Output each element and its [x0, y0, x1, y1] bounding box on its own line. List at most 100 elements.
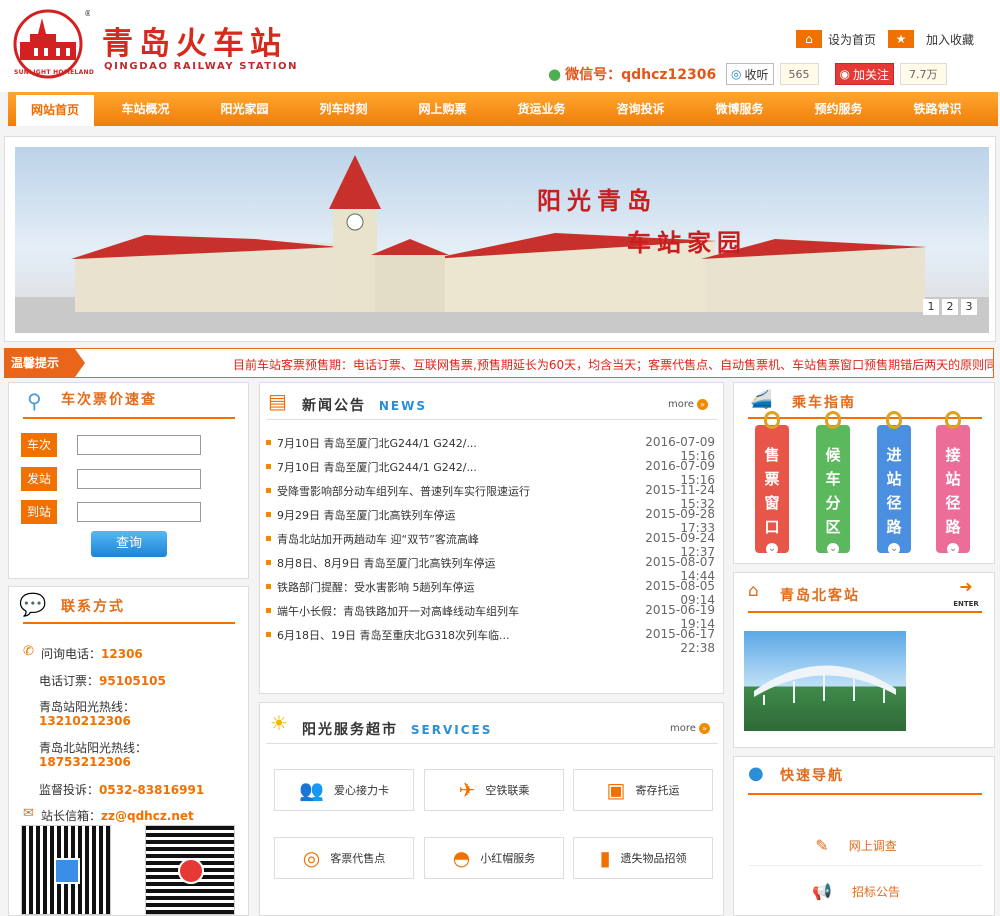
logo-english-text: SUNLIGHT HOMELAND [14, 69, 95, 76]
ticket-query-title: 车次票价速查 [61, 392, 157, 408]
nav-item-overview[interactable]: 车站概况 [96, 92, 195, 126]
train-label: 车次 [21, 433, 57, 457]
guide-title: 乘车指南 [792, 395, 856, 411]
follow-label: 加关注 [852, 67, 889, 82]
guide-ticket-window[interactable]: 售票窗口 ⌄ [755, 411, 789, 555]
from-label: 发站 [21, 467, 57, 491]
more-arrow-icon: » [698, 723, 710, 734]
bullet [266, 440, 271, 445]
enter-link[interactable]: ➜ ENTER [948, 579, 984, 609]
nav-item-online-ticket[interactable]: 网上购票 [393, 92, 492, 126]
tag-text: 进站径路 [886, 446, 902, 536]
service-lost-found[interactable]: ▮ 遗失物品招领 [573, 837, 713, 879]
service-love-card[interactable]: 👥 爱心接力卡 [274, 769, 414, 811]
banner-page-2[interactable]: 2 [942, 299, 958, 315]
nav-item-home-garden[interactable]: 阳光家园 [195, 92, 294, 126]
tag-ring [886, 411, 902, 429]
add-favorite-link[interactable]: 加入收藏 [926, 31, 974, 48]
chevron-down-icon: ⌄ [888, 543, 900, 555]
north-station-panel: ⌂ 青岛北客站 ➜ ENTER [733, 572, 995, 748]
service-luggage[interactable]: ▣ 寄存托运 [573, 769, 713, 811]
title-underline [748, 793, 982, 795]
railway-logo-icon: ◎ [302, 846, 321, 870]
tip-bar: 温馨提示 目前车站客票预售期：电话订票、互联网售票,预售期延长为60天，均含当天… [4, 348, 994, 378]
contact-line: 青岛北站阳光热线： [39, 741, 148, 755]
contact-panel: 💬 联系方式 ✆ 问询电话：12306 电话订票：95105105 青岛站阳光热… [8, 586, 249, 916]
chat-bubble-icon: 💬 [19, 593, 47, 618]
banner-title-line1: 阳光青岛 [537, 186, 657, 215]
social-buttons: ◎ 收听 565 ◉ 加关注 7.7万 [726, 63, 947, 85]
wechat-qr-code [21, 825, 111, 915]
banner-image[interactable]: 阳光青岛 车站家园 1 2 3 [15, 147, 989, 333]
more-arrow-icon: » [696, 399, 708, 410]
follow-button[interactable]: ◉ 加关注 [834, 63, 894, 85]
guide-entry-route[interactable]: 进站径路 ⌄ [877, 411, 911, 555]
north-station-image[interactable] [744, 631, 906, 731]
banner-page-1[interactable]: 1 [923, 299, 939, 315]
query-button[interactable]: 查询 [91, 531, 167, 557]
title-underline [266, 743, 718, 744]
star-icon: ★ [887, 30, 914, 48]
bag-icon: ▮ [599, 846, 611, 870]
top-links: ⌂ 设为首页 ★ 加入收藏 [795, 30, 974, 48]
search-icon: ⚲ [27, 389, 42, 413]
tag-text: 接站径路 [945, 446, 961, 536]
nav-item-complaints[interactable]: 咨询投诉 [591, 92, 690, 126]
contact-line: 问询电话：12306 [41, 647, 143, 661]
train-number-input[interactable] [77, 435, 201, 455]
set-home-link[interactable]: 设为首页 [828, 31, 876, 48]
nav-item-booking[interactable]: 预约服务 [789, 92, 888, 126]
megaphone-icon: 📢 [812, 881, 832, 901]
title-underline [23, 417, 235, 419]
tag-text: 售票窗口 [764, 446, 780, 536]
ticket-query-panel: ⚲ 车次票价速查 车次 发站 到站 查询 [8, 382, 249, 579]
newspaper-icon: ▤ [268, 389, 287, 413]
services-more-link[interactable]: more» [670, 723, 710, 734]
quick-nav-label: 招标公告 [851, 884, 900, 899]
home-icon: ⌂ [795, 30, 822, 48]
quick-nav-tender[interactable]: 📢 招标公告 [740, 875, 972, 907]
title-underline [266, 419, 718, 420]
bullet [266, 632, 271, 637]
mail-icon: ✉ [23, 806, 34, 821]
news-item[interactable]: 6月18日、19日 青岛至重庆北G318次列车临... 2015-06-17 22… [266, 627, 716, 655]
guide-pickup-route[interactable]: 接站径路 ⌄ [936, 411, 970, 555]
listen-button[interactable]: ◎ 收听 [726, 63, 774, 85]
bullet [266, 512, 271, 517]
tip-marquee-text[interactable]: 目前车站客票预售期：电话订票、互联网售票,预售期延长为60天，均含当天；客票代售… [233, 356, 993, 373]
nav-item-home[interactable]: 网站首页 [16, 95, 94, 126]
quick-nav-label: 网上调查 [848, 838, 897, 853]
header: ® SUNLIGHT HOMELAND 青岛火车站 QINGDAO RAILWA… [0, 0, 1000, 92]
service-red-cap[interactable]: ◓ 小红帽服务 [424, 837, 564, 879]
guide-waiting-area[interactable]: 候车分区 ⌄ [816, 411, 850, 555]
sun-cloud-icon: ☀ [270, 711, 288, 735]
contact-value: 18753212306 [39, 755, 131, 769]
banner-title-line2: 车站家园 [627, 228, 747, 257]
banner: 阳光青岛 车站家园 1 2 3 [4, 136, 996, 342]
services-title: 阳光服务超市 SERVICES [302, 722, 493, 738]
service-ticket-agency[interactable]: ◎ 客票代售点 [274, 837, 414, 879]
bullet [266, 560, 271, 565]
from-station-input[interactable] [77, 469, 201, 489]
site-title[interactable]: 青岛火车站 [102, 18, 287, 63]
to-station-input[interactable] [77, 502, 201, 522]
to-label: 到站 [21, 500, 57, 524]
tag-ring [825, 411, 841, 429]
north-station-title: 青岛北客站 [780, 588, 860, 604]
banner-page-3[interactable]: 3 [961, 299, 977, 315]
site-subtitle: QINGDAO RAILWAY STATION [104, 61, 299, 72]
service-air-rail[interactable]: ✈ 空铁联乘 [424, 769, 564, 811]
nav-item-freight[interactable]: 货运业务 [492, 92, 591, 126]
nav-item-weibo[interactable]: 微博服务 [690, 92, 789, 126]
nav-item-timetable[interactable]: 列车时刻 [294, 92, 393, 126]
title-underline [748, 611, 982, 613]
nav-item-knowledge[interactable]: 铁路常识 [888, 92, 987, 126]
box-icon: ▣ [606, 778, 626, 802]
contact-line: 电话订票：95105105 [39, 674, 166, 688]
train-row: 车次 [21, 433, 201, 457]
quick-nav-survey[interactable]: ✎ 网上调查 [740, 829, 972, 861]
wechat-account: ● 微信号：qdhcz12306 [548, 64, 716, 84]
news-more-link[interactable]: more» [668, 399, 708, 410]
to-row: 到站 [21, 500, 201, 524]
train-icon: 🚄 [750, 389, 773, 410]
